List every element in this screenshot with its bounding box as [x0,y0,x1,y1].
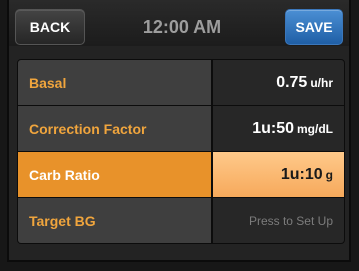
carb-ratio-unit: g [325,167,333,182]
basal-label: Basal [18,60,213,105]
row-target-bg[interactable]: Target BG Press to Set Up [18,198,344,243]
save-button[interactable]: SAVE [285,9,343,45]
back-button[interactable]: BACK [15,9,85,45]
row-carb-ratio[interactable]: Carb Ratio 1u:10 g [18,152,344,197]
settings-screen: BACK 12:00 AM SAVE Basal 0.75 u/hr Corre… [7,0,351,262]
header-bar: BACK 12:00 AM SAVE [9,0,349,46]
target-bg-label: Target BG [18,198,213,243]
row-basal[interactable]: Basal 0.75 u/hr [18,60,344,105]
basal-unit: u/hr [310,75,333,90]
correction-factor-value[interactable]: 1u:50 mg/dL [213,106,344,151]
target-bg-placeholder: Press to Set Up [248,213,333,228]
basal-value[interactable]: 0.75 u/hr [213,60,344,105]
settings-table: Basal 0.75 u/hr Correction Factor 1u:50 … [17,59,345,244]
correction-factor-label: Correction Factor [18,106,213,151]
carb-ratio-label: Carb Ratio [18,152,213,197]
row-correction-factor[interactable]: Correction Factor 1u:50 mg/dL [18,106,344,151]
correction-factor-unit: mg/dL [297,121,333,136]
pump-device: BACK 12:00 AM SAVE Basal 0.75 u/hr Corre… [0,0,359,271]
correction-factor-number: 1u:50 [252,119,294,137]
carb-ratio-number: 1u:10 [280,165,323,183]
carb-ratio-value[interactable]: 1u:10 g [213,152,344,197]
segment-time: 12:00 AM [142,17,222,37]
basal-number: 0.75 [276,73,308,91]
target-bg-value[interactable]: Press to Set Up [213,198,344,243]
